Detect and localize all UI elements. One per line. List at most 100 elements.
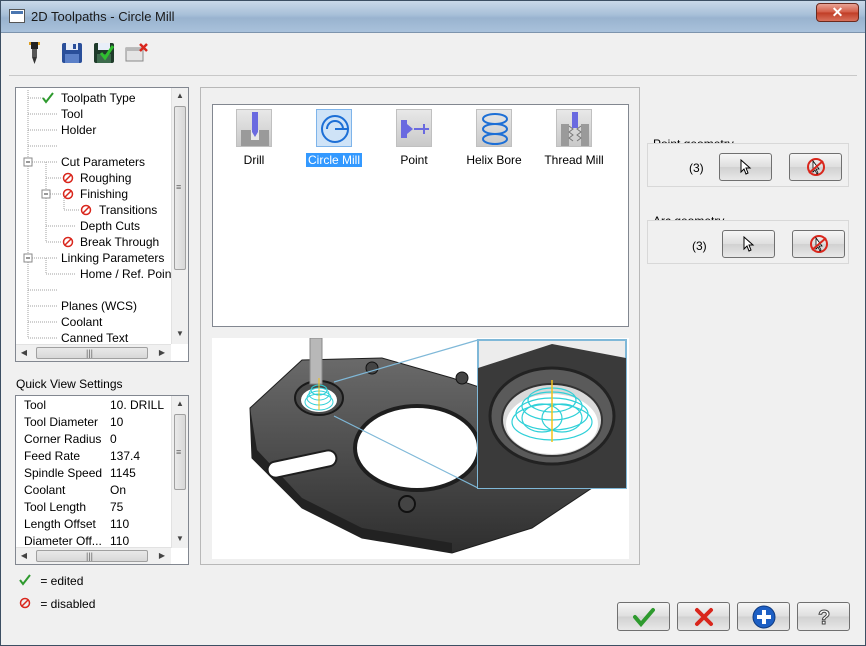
- scroll-up-arrow-icon[interactable]: ▲: [172, 88, 188, 104]
- add-button[interactable]: [737, 602, 790, 631]
- toolpath-type-label: Helix Bore: [466, 153, 522, 167]
- quick-view-value: 137.4: [110, 449, 141, 463]
- grip-icon: |||: [86, 551, 94, 561]
- tree-item-holder[interactable]: Holder: [61, 122, 96, 138]
- quick-view-value: 0: [110, 432, 117, 446]
- tree-vertical-scrollbar[interactable]: ▲ ≡ ▼: [171, 88, 188, 344]
- quick-view-key: Tool: [24, 398, 47, 412]
- quick-view-value: 75: [110, 500, 124, 514]
- scroll-down-arrow-icon[interactable]: ▼: [172, 326, 188, 342]
- clear-selection-icon: [790, 154, 841, 180]
- quick-view-key: Length Offset: [24, 517, 96, 531]
- quick-view-key: Spindle Speed: [24, 466, 103, 480]
- close-button[interactable]: ✕: [816, 3, 859, 22]
- save-icon[interactable]: [59, 40, 85, 66]
- quick-view-label: Quick View Settings: [16, 377, 123, 391]
- ok-button[interactable]: [617, 602, 670, 631]
- helix-bore-icon: [476, 109, 512, 147]
- edited-check-icon: [42, 90, 56, 106]
- toolpath-type-helix-bore[interactable]: Helix Bore: [459, 107, 529, 171]
- point-icon: [396, 109, 432, 147]
- disabled-icon: [80, 202, 94, 218]
- arc-geometry-count: (3): [692, 239, 707, 253]
- quick-view-key: Tool Length: [24, 500, 87, 514]
- svg-text:?: ?: [818, 607, 830, 628]
- quick-view-key: Corner Radius: [24, 432, 102, 446]
- cursor-icon: [720, 154, 771, 180]
- toolpath-type-label: Circle Mill: [306, 153, 362, 167]
- scroll-right-arrow-icon[interactable]: ▶: [154, 548, 170, 564]
- legend-disabled-text: = disabled: [40, 597, 96, 611]
- select-points-button[interactable]: [719, 153, 772, 181]
- scroll-left-arrow-icon[interactable]: ◀: [16, 548, 32, 564]
- toolpath-type-label: Drill: [243, 153, 265, 167]
- delete-icon[interactable]: [123, 40, 149, 66]
- toolpath-type-point[interactable]: Point: [379, 107, 449, 171]
- tree-item-roughing[interactable]: Roughing: [80, 170, 131, 186]
- dialog-window: 2D Toolpaths - Circle Mill ✕ Toolpath Ty…: [0, 0, 866, 646]
- tree-item-break-through[interactable]: Break Through: [80, 234, 159, 250]
- toolpath-type-drill[interactable]: Drill: [219, 107, 289, 171]
- clear-points-button[interactable]: [789, 153, 842, 181]
- tree-item-coolant[interactable]: Coolant: [61, 314, 102, 330]
- legend-disabled: = disabled: [19, 597, 95, 611]
- circle-mill-icon: [316, 109, 352, 147]
- disabled-icon: [19, 597, 31, 609]
- disabled-icon: [62, 170, 76, 186]
- save-as-icon[interactable]: [91, 40, 117, 66]
- toolpath-type-list[interactable]: Drill Circle Mill Point Helix Bore Threa…: [212, 104, 629, 327]
- point-geometry-count: (3): [689, 161, 704, 175]
- clear-arcs-button[interactable]: [792, 230, 845, 258]
- toolbar-divider: [9, 75, 857, 76]
- toolpath-tree[interactable]: Toolpath Type Tool Holder Cut Parameters…: [15, 87, 189, 362]
- scroll-right-arrow-icon[interactable]: ▶: [154, 345, 170, 361]
- toolbar: [11, 35, 857, 75]
- tree-item-transitions[interactable]: Transitions: [99, 202, 157, 218]
- toolpath-type-label: Point: [400, 153, 428, 167]
- quick-view-value: 10. DRILL: [110, 398, 165, 412]
- quick-view-value: 110: [110, 517, 130, 531]
- tree-item-toolpath-type[interactable]: Toolpath Type: [61, 90, 136, 106]
- quick-view-key: Coolant: [24, 483, 66, 497]
- plus-icon: [738, 603, 789, 630]
- toolpath-type-label: Thread Mill: [544, 153, 604, 167]
- window-title: 2D Toolpaths - Circle Mill: [31, 9, 175, 24]
- scroll-up-arrow-icon[interactable]: ▲: [172, 396, 188, 412]
- grip-icon: ≡: [176, 182, 182, 192]
- x-icon: [678, 603, 729, 630]
- quick-view-panel[interactable]: Tool 10. DRILL Tool Diameter 10 Corner R…: [15, 395, 189, 565]
- title-bar[interactable]: 2D Toolpaths - Circle Mill ✕: [1, 1, 865, 33]
- quick-view-value: 10: [110, 415, 124, 429]
- scroll-left-arrow-icon[interactable]: ◀: [16, 345, 32, 361]
- legend-edited: = edited: [19, 574, 83, 588]
- quick-view-value: On: [110, 483, 127, 497]
- tree-item-linking-parameters[interactable]: Linking Parameters: [61, 250, 164, 266]
- check-icon: [618, 603, 669, 630]
- cancel-button[interactable]: [677, 602, 730, 631]
- scroll-down-arrow-icon[interactable]: ▼: [172, 531, 188, 547]
- disabled-icon: [62, 186, 76, 202]
- thread-mill-icon: [556, 109, 592, 147]
- quick-view-horizontal-scrollbar[interactable]: ◀ ||| ▶: [16, 547, 171, 564]
- select-arcs-button[interactable]: [722, 230, 775, 258]
- legend-edited-text: = edited: [40, 574, 84, 588]
- drill-icon: [236, 109, 272, 147]
- help-icon: ?: [798, 603, 849, 630]
- help-button[interactable]: ?: [797, 602, 850, 631]
- tree-item-home-ref-points[interactable]: Home / Ref. Points: [80, 266, 181, 282]
- quick-view-value: 1145: [110, 466, 136, 480]
- tree-item-finishing[interactable]: Finishing: [80, 186, 128, 202]
- tree-item-tool[interactable]: Tool: [61, 106, 83, 122]
- clear-selection-icon: [793, 231, 844, 257]
- tree-item-depth-cuts[interactable]: Depth Cuts: [80, 218, 140, 234]
- quick-view-key: Feed Rate: [24, 449, 81, 463]
- tool-torch-icon[interactable]: [21, 40, 47, 66]
- toolpath-type-circle-mill[interactable]: Circle Mill: [299, 107, 369, 171]
- tree-item-cut-parameters[interactable]: Cut Parameters: [61, 154, 145, 170]
- grip-icon: |||: [86, 348, 94, 358]
- tree-item-planes[interactable]: Planes (WCS): [61, 298, 137, 314]
- cursor-icon: [723, 231, 774, 257]
- quick-view-vertical-scrollbar[interactable]: ▲ ≡ ▼: [171, 396, 188, 548]
- tree-horizontal-scrollbar[interactable]: ◀ ||| ▶: [16, 344, 171, 361]
- toolpath-type-thread-mill[interactable]: Thread Mill: [539, 107, 609, 171]
